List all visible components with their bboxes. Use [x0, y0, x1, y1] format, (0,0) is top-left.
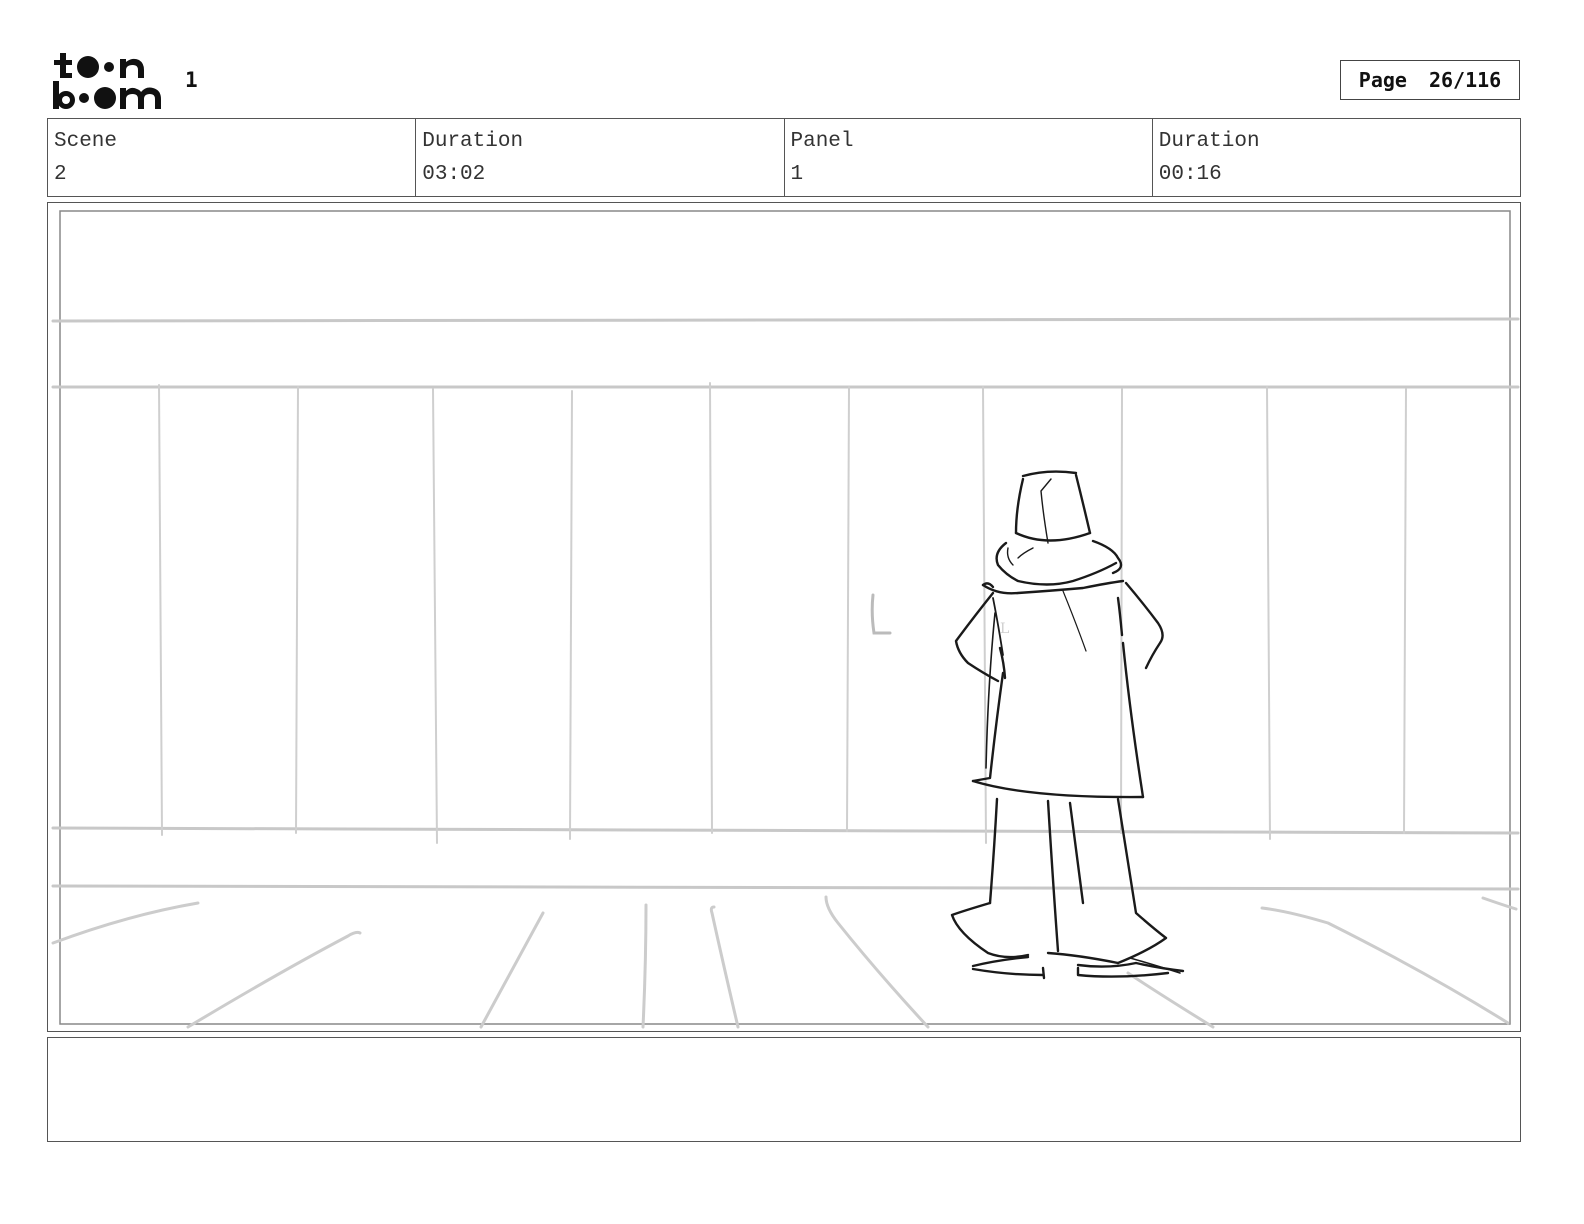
- panel-frame: L: [47, 202, 1521, 1032]
- scene-duration-label: Duration: [422, 130, 524, 153]
- toon-boom-logo: [53, 53, 161, 109]
- panel-value: 1: [790, 163, 804, 186]
- scene-info-table: Scene 2 Duration 03:02 Panel 1 Duration …: [47, 118, 1521, 197]
- storyboard-sketch: L: [51, 210, 1520, 1029]
- scene-duration-cell: Duration 03:02: [416, 119, 785, 196]
- scene-label: Scene: [54, 130, 118, 153]
- sheet-number: 1: [185, 68, 198, 92]
- page-value: 26/116: [1428, 68, 1502, 92]
- panel-duration-value: 00:16: [1158, 163, 1222, 186]
- page-label: Page: [1358, 68, 1407, 92]
- sketch-letter: L: [1000, 621, 1009, 637]
- page-indicator: Page 26/116: [1340, 60, 1520, 100]
- panel-duration-label: Duration: [1158, 130, 1260, 153]
- panel-duration-cell: Duration 00:16: [1153, 119, 1520, 196]
- scene-cell: Scene 2: [48, 119, 417, 196]
- panel-label: Panel: [790, 130, 854, 153]
- panel-notes-box: [47, 1037, 1521, 1142]
- scene-value: 2: [54, 163, 67, 186]
- scene-duration-value: 03:02: [422, 163, 486, 186]
- panel-cell: Panel 1: [785, 119, 1153, 196]
- character-figure: [950, 470, 1185, 980]
